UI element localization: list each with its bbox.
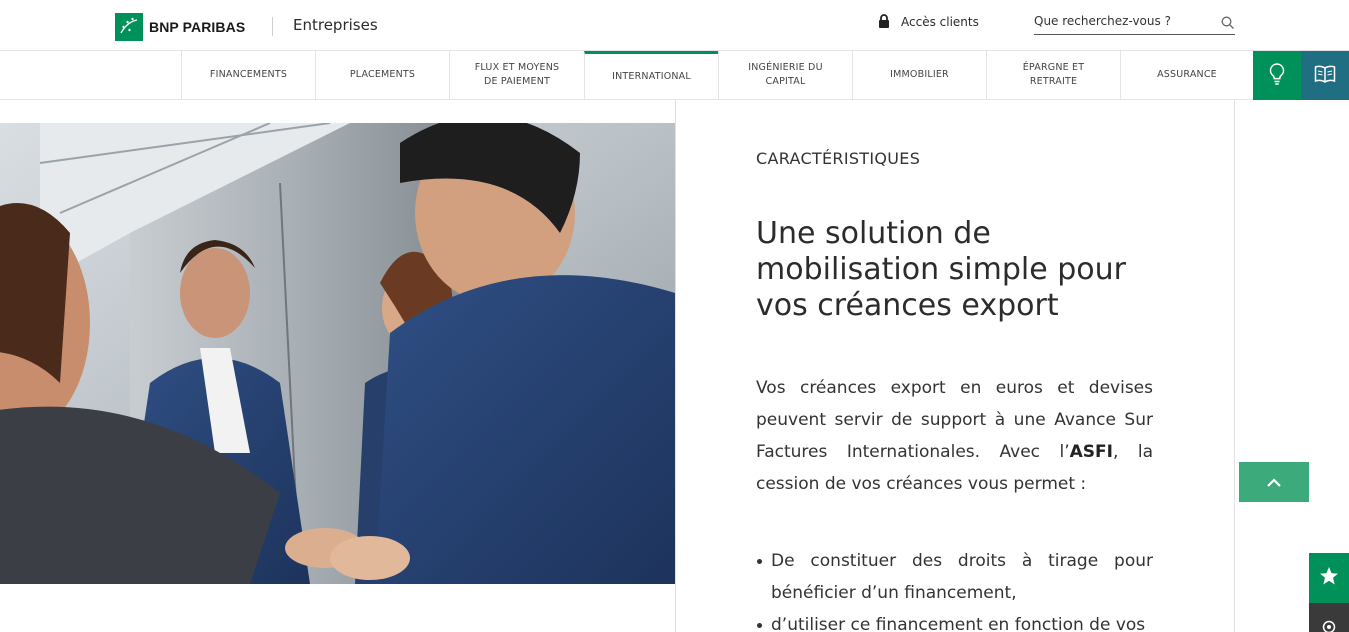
nav-item-assurance[interactable]: ASSURANCE (1120, 51, 1253, 99)
nav-label: IMMOBILIER (890, 69, 949, 80)
brand-name: BNP PARIBAS (149, 19, 246, 35)
side-widget-button[interactable] (1309, 603, 1349, 632)
main-navigation: FINANCEMENTS PLACEMENTS FLUX ET MOYENS D… (0, 51, 1349, 100)
section-eyebrow: CARACTÉRISTIQUES (756, 149, 921, 168)
ideas-button[interactable] (1253, 51, 1301, 100)
client-access-label: Accès clients (901, 15, 979, 29)
client-access-link[interactable]: Accès clients (878, 14, 979, 30)
content-divider-right (1234, 100, 1235, 632)
search-icon[interactable] (1221, 15, 1235, 29)
section-heading: Une solution de mobilisation simple pour… (756, 216, 1126, 323)
bnp-paribas-logo[interactable]: BNP PARIBAS (115, 13, 245, 41)
chevron-up-icon (1266, 473, 1282, 492)
brand-divider (272, 17, 273, 36)
nav-label: ÉPARGNE ET RETRAITE (1022, 62, 1085, 87)
brand-subtitle[interactable]: Entreprises (293, 16, 378, 34)
handshake-photo-illustration (0, 123, 675, 584)
list-item: De constituer des droits à tirage pour b… (756, 545, 1153, 609)
lightbulb-icon (1268, 62, 1286, 90)
search-input[interactable] (1034, 10, 1209, 32)
para-bold-asfi: ASFI (1069, 442, 1113, 462)
nav-label: FINANCEMENTS (209, 69, 288, 80)
star-icon (1319, 566, 1339, 591)
benefits-list: De constituer des droits à tirage pour b… (756, 545, 1153, 632)
nav-label: INTERNATIONAL (612, 70, 691, 82)
book-icon (1314, 64, 1336, 88)
nav-item-placements[interactable]: PLACEMENTS (315, 51, 449, 99)
nav-item-epargne-retraite[interactable]: ÉPARGNE ET RETRAITE (986, 51, 1120, 99)
list-item: d’utiliser ce financement en fonction de… (756, 609, 1153, 632)
top-header: BNP PARIBAS Entreprises Accès clients (0, 0, 1349, 51)
nav-label: INGÉNIERIE DU CAPITAL (748, 62, 823, 87)
nav-item-international[interactable]: INTERNATIONAL (584, 51, 718, 99)
scroll-to-top-button[interactable] (1239, 462, 1309, 502)
nav-label: ASSURANCE (1157, 69, 1217, 80)
nav-label: PLACEMENTS (349, 69, 416, 80)
section-intro-paragraph: Vos créances export en euros et devises … (756, 372, 1153, 500)
nav-item-ingenierie-capital[interactable]: INGÉNIERIE DU CAPITAL (718, 51, 852, 99)
lock-icon (878, 14, 892, 30)
favorites-button[interactable] (1309, 553, 1349, 603)
search-field[interactable] (1034, 10, 1235, 35)
content-divider-left (675, 100, 676, 632)
nav-item-flux-moyens-paiement[interactable]: FLUX ET MOYENS DE PAIEMENT (449, 51, 584, 99)
nav-label: FLUX ET MOYENS DE PAIEMENT (474, 62, 560, 87)
nav-item-financements[interactable]: FINANCEMENTS (181, 51, 315, 99)
logo-stars-icon (115, 13, 143, 41)
guides-button[interactable] (1301, 51, 1349, 100)
hero-photo-business-handshake (0, 123, 675, 584)
target-icon (1322, 619, 1336, 632)
nav-item-immobilier[interactable]: IMMOBILIER (852, 51, 986, 99)
